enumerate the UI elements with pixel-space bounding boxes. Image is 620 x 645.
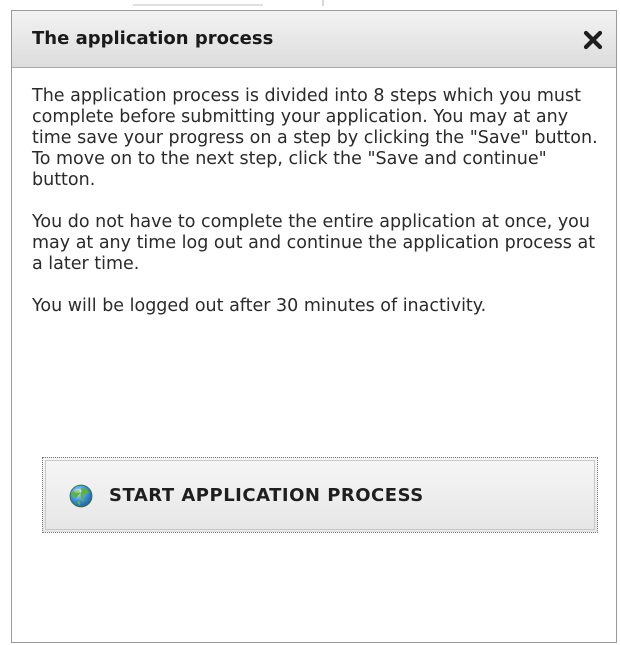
globe-icon: [69, 484, 93, 508]
timeout-paragraph: You will be logged out after 30 minutes …: [32, 296, 487, 316]
start-button-label: START APPLICATION PROCESS: [109, 485, 424, 506]
start-application-button[interactable]: START APPLICATION PROCESS: [42, 457, 598, 533]
background-field-edge: [133, 0, 263, 6]
dialog-content: The application process is divided into …: [12, 68, 616, 317]
dialog-titlebar: The application process: [12, 11, 616, 68]
close-icon: [583, 30, 603, 50]
page: The application process The application …: [0, 0, 620, 645]
save-info-paragraph: You do not have to complete the entire a…: [32, 212, 596, 274]
dialog-title: The application process: [32, 28, 274, 49]
background-divider: [322, 0, 324, 6]
application-process-dialog: The application process The application …: [11, 10, 617, 643]
intro-paragraph: The application process is divided into …: [32, 86, 598, 190]
close-button[interactable]: [580, 27, 606, 53]
